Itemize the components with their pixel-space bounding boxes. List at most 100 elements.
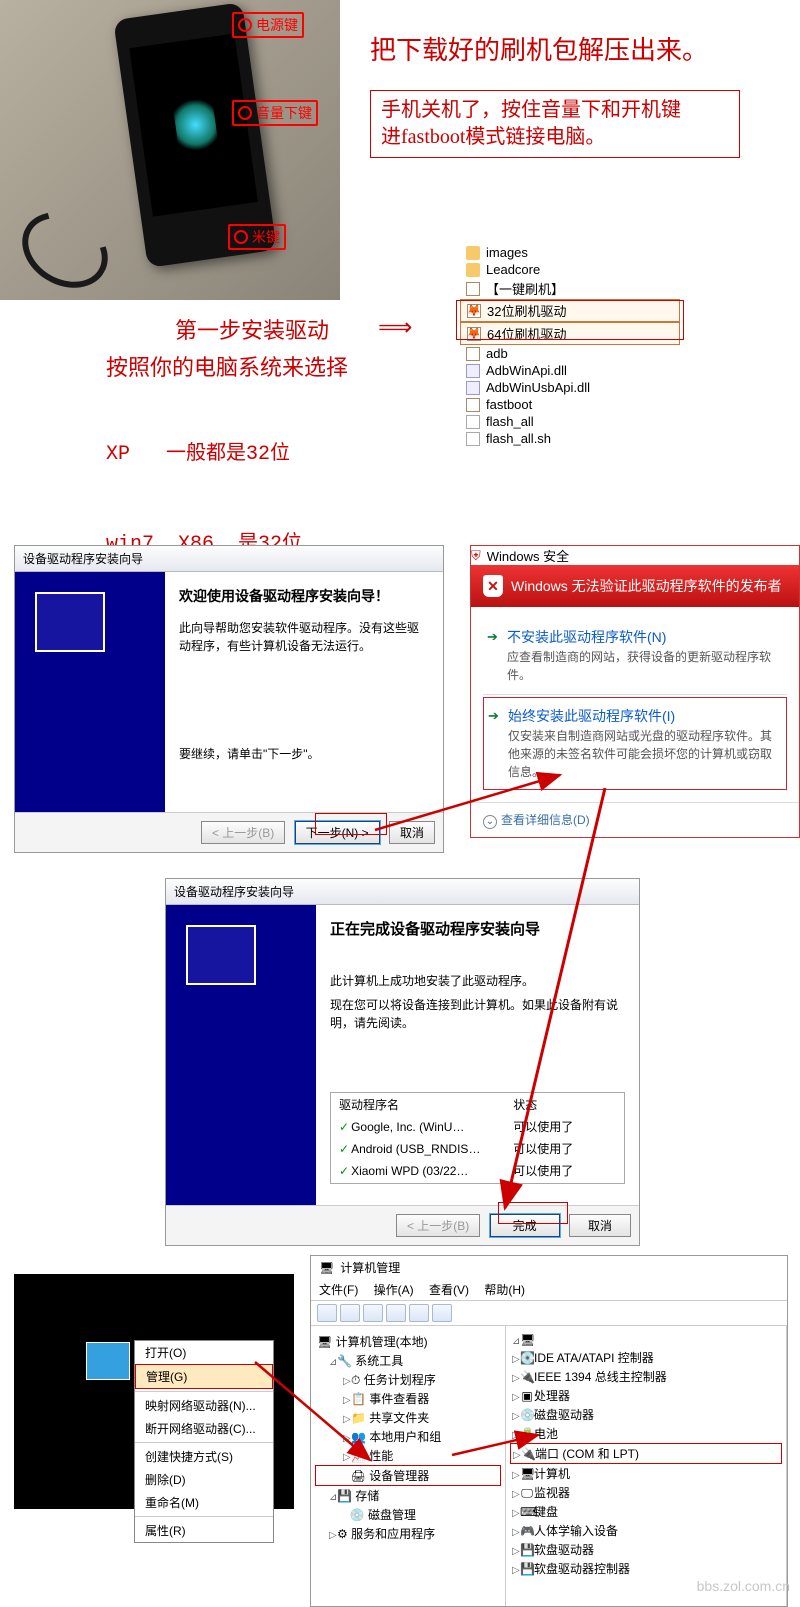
file-item[interactable]: flash_all.sh [460,430,680,447]
shield-icon: ✕ [483,575,503,597]
tree-root[interactable]: 🖥 计算机管理(本地) [315,1332,501,1351]
menu-view[interactable]: 查看(V) [429,1283,469,1297]
tree-item[interactable]: ▷📁 共享文件夹 [315,1408,501,1427]
wizard-continue-text: 要继续，请单击"下一步"。 [179,745,429,763]
tree-item[interactable]: ▷👥 本地用户和组 [315,1427,501,1446]
menu-bar[interactable]: 文件(F) 操作(A) 查看(V) 帮助(H) [311,1279,787,1301]
menu-file[interactable]: 文件(F) [319,1283,358,1297]
check-icon: ✓ [339,1142,349,1156]
tree-item[interactable]: 💿 磁盘管理 [315,1505,501,1524]
option-install-anyway[interactable]: ➔ 始终安装此驱动程序软件(I) 仅安装来自制造商网站或光盘的驱动程序软件。其他… [483,697,787,790]
desktop-context-screenshot: 打开(O) 管理(G) 映射网络驱动器(N)... 断开网络驱动器(C)... … [14,1274,294,1509]
menu-manage[interactable]: 管理(G) [135,1364,273,1389]
toolbar-button[interactable] [386,1304,406,1322]
file-highlight-box [456,300,684,340]
shield-icon: ⛨ [471,548,481,564]
option-dont-install[interactable]: ➔ 不安装此驱动程序软件(N) 应查看制造商的网站，获得设备的更新驱动程序软件。 [483,619,787,692]
wizard-body-text: 此向导帮助您安装软件驱动程序。没有这些驱动程序，有些计算机设备无法运行。 [179,619,429,655]
callout-power: 电源键 [232,12,304,38]
context-menu: 打开(O) 管理(G) 映射网络驱动器(N)... 断开网络驱动器(C)... … [134,1340,274,1543]
step1-heading: 第一步安装驱动 [175,313,329,345]
arrow-icon: ➔ [487,627,498,647]
exe-icon [466,347,480,361]
menu-help[interactable]: 帮助(H) [484,1283,525,1297]
dev-item[interactable]: ▷💽IDE ATA/ATAPI 控制器 [510,1348,782,1367]
toolbar-button[interactable] [409,1304,429,1322]
file-item[interactable]: images [460,244,680,261]
toolbar-button[interactable] [340,1304,360,1322]
driver-wizard-complete: 设备驱动程序安装向导 正在完成设备驱动程序安装向导 此计算机上成功地安装了此驱动… [165,878,640,1246]
step1-note: 按照你的电脑系统来选择 [106,350,348,382]
computer-management-window: 🖥计算机管理 文件(F) 操作(A) 查看(V) 帮助(H) 🖥 计算机管理(本… [310,1255,788,1607]
chevron-down-icon: ⌄ [483,815,497,829]
finish-button-highlight [498,1202,568,1224]
dev-item[interactable]: ▷💿磁盘驱动器 [510,1405,782,1424]
menu-disconnect-drive[interactable]: 断开网络驱动器(C)... [135,1417,273,1440]
window-titlebar[interactable]: 设备驱动程序安装向导 [166,879,639,905]
dev-item[interactable]: ▷💾软盘驱动器 [510,1540,782,1559]
file-item[interactable]: adb [460,345,680,362]
dev-root[interactable]: ⊿🖥 [510,1332,782,1348]
menu-shortcut[interactable]: 创建快捷方式(S) [135,1445,273,1468]
dev-item[interactable]: ▷▣处理器 [510,1386,782,1405]
ring-icon [234,230,248,244]
dev-item[interactable]: ▷💾软盘驱动器控制器 [510,1559,782,1578]
toolbar-button[interactable] [432,1304,452,1322]
cancel-button[interactable]: 取消 [569,1214,631,1237]
tree-node[interactable]: ⊿🔧 系统工具 [315,1351,501,1370]
toolbar-button[interactable] [317,1304,337,1322]
menu-properties[interactable]: 属性(R) [135,1519,273,1542]
phone-photo [0,0,340,300]
tree-item[interactable]: ▷⏱ 任务计划程序 [315,1370,501,1389]
menu-map-drive[interactable]: 映射网络驱动器(N)... [135,1394,273,1417]
intro-title: 把下载好的刷机包解压出来。 [370,30,708,67]
tree-node[interactable]: ▷⚙ 服务和应用程序 [315,1524,501,1543]
exe-icon [466,398,480,412]
dev-item[interactable]: ▷🖵监视器 [510,1483,782,1502]
window-titlebar[interactable]: 🖥计算机管理 [311,1256,787,1279]
callout-voldown: 音量下键 [232,100,318,126]
toolbar [311,1301,787,1326]
tree-device-manager[interactable]: 🖨 设备管理器 [315,1465,501,1486]
check-icon: ✓ [339,1164,349,1178]
dev-item[interactable]: ▷🎮人体学输入设备 [510,1521,782,1540]
file-item[interactable]: Leadcore [460,261,680,278]
file-item[interactable]: 【一键刷机】 [460,278,680,299]
wizard-side-graphic [166,905,316,1205]
back-button: < 上一步(B) [201,821,285,844]
dev-item[interactable]: ▷🔌IEEE 1394 总线主控制器 [510,1367,782,1386]
tree-item[interactable]: ▷📋 事件查看器 [315,1389,501,1408]
tree-node[interactable]: ⊿💾 存储 [315,1486,501,1505]
menu-rename[interactable]: 重命名(M) [135,1491,273,1514]
file-item[interactable]: flash_all [460,413,680,430]
window-titlebar[interactable]: 设备驱动程序安装向导 [15,546,443,572]
tree-item[interactable]: ▷📈 性能 [315,1446,501,1465]
driver-status-table: 驱动程序名状态 ✓Google, Inc. (WinU…可以使用了 ✓Andro… [330,1092,625,1184]
window-titlebar[interactable]: ⛨Windows 安全 [471,546,799,565]
menu-action[interactable]: 操作(A) [374,1283,414,1297]
wizard-side-graphic [15,572,165,812]
dll-icon [466,364,480,378]
dev-ports[interactable]: ▷🔌端口 (COM 和 LPT) [510,1443,782,1464]
computer-icon[interactable] [86,1342,130,1380]
windows-security-dialog: ⛨Windows 安全 ✕Windows 无法验证此驱动程序软件的发布者 ➔ 不… [470,545,800,838]
left-tree[interactable]: 🖥 计算机管理(本地) ⊿🔧 系统工具 ▷⏱ 任务计划程序 ▷📋 事件查看器 ▷… [311,1326,506,1606]
dev-item[interactable]: ▷⌨键盘 [510,1502,782,1521]
file-item[interactable]: AdbWinUsbApi.dll [460,379,680,396]
dll-icon [466,381,480,395]
dev-item[interactable]: ▷🔋电池 [510,1424,782,1443]
file-icon [466,432,480,446]
watermark: bbs.zol.com.cn [697,1578,790,1594]
view-details-toggle[interactable]: ⌄查看详细信息(D) [471,802,799,837]
file-item[interactable]: AdbWinApi.dll [460,362,680,379]
ring-icon [238,106,252,120]
menu-delete[interactable]: 删除(D) [135,1468,273,1491]
menu-open[interactable]: 打开(O) [135,1341,273,1364]
toolbar-button[interactable] [363,1304,383,1322]
dev-item[interactable]: ▷🖥计算机 [510,1464,782,1483]
file-item[interactable]: fastboot [460,396,680,413]
exe-icon [466,282,480,296]
cancel-button[interactable]: 取消 [389,821,435,844]
wizard-body-text: 此计算机上成功地安装了此驱动程序。 [330,972,625,990]
device-tree[interactable]: ⊿🖥 ▷💽IDE ATA/ATAPI 控制器 ▷🔌IEEE 1394 总线主控制… [506,1326,787,1606]
